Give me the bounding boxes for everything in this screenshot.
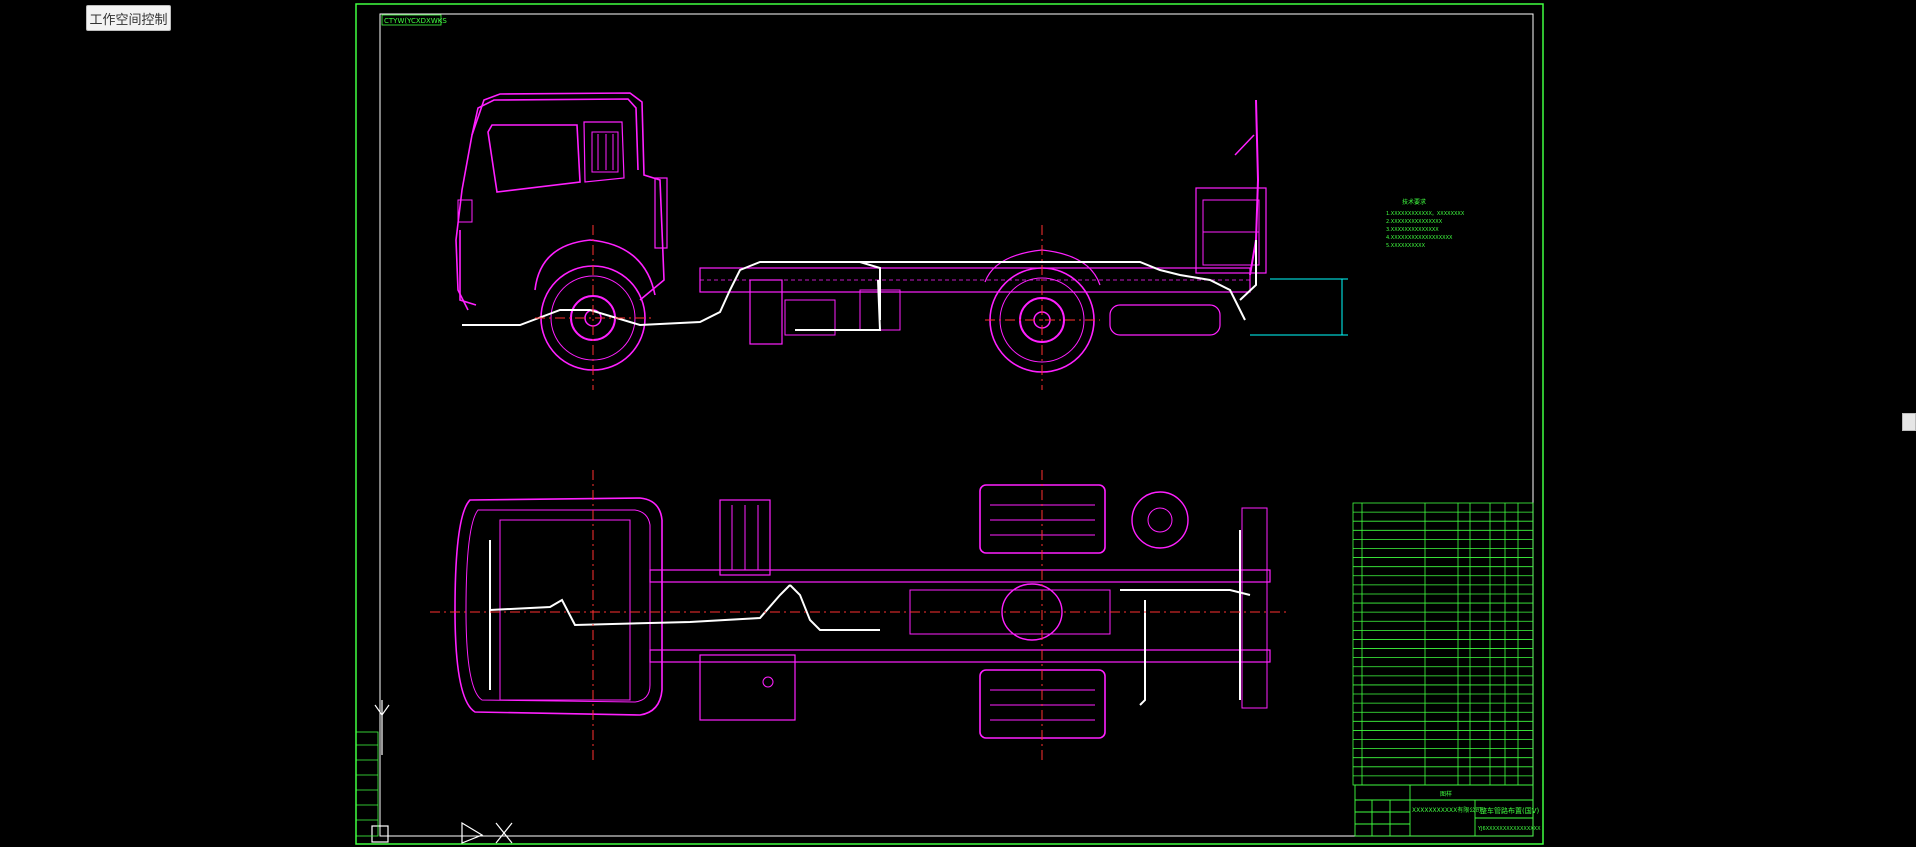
tech-note-5: 5.XXXXXXXXXX <box>1386 243 1426 249</box>
top-frame-rail-left <box>649 569 1271 583</box>
rear-crossmember <box>1241 507 1268 709</box>
side-dimension <box>1250 278 1348 336</box>
top-air-tanks <box>699 654 796 721</box>
cad-drawing-canvas[interactable]: CTYW(YCXDXWKS 技术要求 1.XXXXXXXXXXXX。XXXXXX… <box>0 0 1916 847</box>
spare-wheel <box>1131 491 1189 549</box>
tech-notes-heading: 技术要求 <box>1402 198 1426 206</box>
cab-top-outline <box>454 497 663 716</box>
tech-note-2: 2.XXXXXXXXXXXXXXX <box>1386 219 1443 225</box>
drawing-number: YJ6XXXXXXXXXXXXXXXX <box>1477 826 1541 832</box>
drawing-title: 整车管路布置(国V) <box>1480 806 1540 815</box>
sheet-outer-frame <box>355 3 1544 845</box>
ucs-icon <box>371 700 513 844</box>
parts-table-border <box>1352 502 1534 786</box>
cab-side-window <box>487 124 581 193</box>
top-view-pipes <box>489 530 1251 706</box>
top-frame-rail-right <box>649 649 1271 663</box>
frame-tag: CTYW(YCXDXWKS <box>384 17 447 25</box>
front-bumper <box>459 230 477 306</box>
revision-strip <box>355 731 379 837</box>
top-view-centerlines <box>430 470 1290 760</box>
side-fuel-tank <box>1109 304 1221 336</box>
title-block-mark: 图样 <box>1440 790 1452 798</box>
cab-floor <box>499 519 631 701</box>
cab-rear-vents <box>591 131 619 173</box>
vertical-scrollbar-thumb[interactable] <box>1902 413 1916 431</box>
company-name: XXXXXXXXXXX有限公司 <box>1412 806 1481 814</box>
air-tank-box <box>749 279 783 345</box>
side-view-pipes <box>462 240 1257 331</box>
tech-note-1: 1.XXXXXXXXXXXX。XXXXXXXX <box>1386 211 1465 217</box>
tech-note-3: 3.XXXXXXXXXXXXXX <box>1386 227 1439 233</box>
front-wheel-arch <box>534 239 656 296</box>
parts-list-table[interactable] <box>1352 502 1534 786</box>
tech-note-4: 4.XXXXXXXXXXXXXXXXXX <box>1386 235 1453 241</box>
